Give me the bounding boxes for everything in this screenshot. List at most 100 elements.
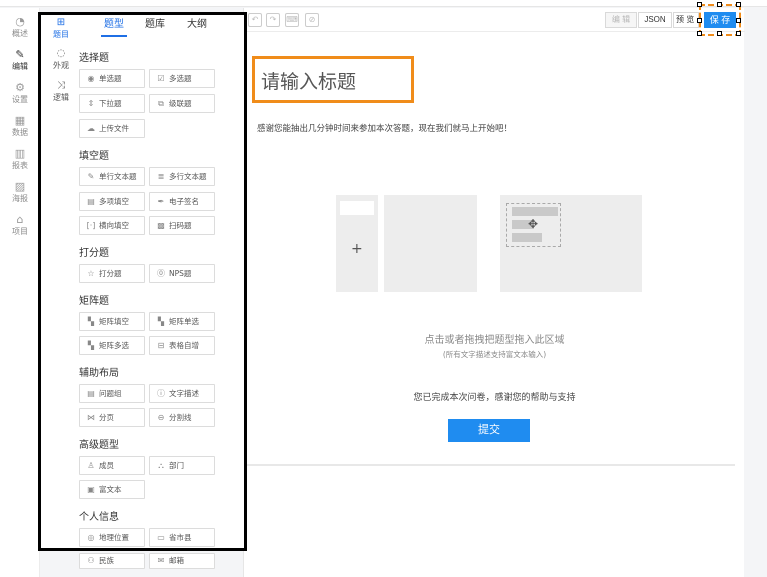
survey-title[interactable]: 请输入标题	[261, 67, 356, 94]
component-label: 矩阵单选	[169, 317, 199, 326]
group-title: 个人信息	[79, 512, 119, 523]
undo-icon[interactable]: ↶	[248, 13, 262, 27]
nps-icon: ⓪	[157, 269, 165, 278]
home-icon: ⌂	[16, 213, 24, 226]
component-rating[interactable]: ☆ 打分题	[79, 264, 145, 283]
component-table-autoincrement[interactable]: ⊟ 表格自增	[149, 336, 215, 355]
component-ethnicity[interactable]: ⚇ 民族	[79, 553, 145, 569]
drop-illustration-right: ✥	[500, 195, 642, 292]
resize-handle[interactable]	[736, 31, 741, 36]
resize-handle[interactable]	[736, 18, 741, 23]
resize-handle[interactable]	[717, 2, 722, 7]
component-panel: ⊞ 题目 ◌ 外观 ⤨ 逻辑 题型 题库 大纲 选择题 ◉ 单选题 ☑ 多选题 ⇕ 下拉题 …	[38, 12, 247, 551]
resize-handle[interactable]	[697, 31, 702, 36]
component-nps[interactable]: ⓪ NPS题	[149, 264, 215, 283]
component-qrcode[interactable]: ▩ 扫码题	[149, 216, 215, 235]
rail-item-edit[interactable]: ✎ 编辑	[0, 49, 40, 79]
subnav-logic[interactable]: ⤨ 逻辑	[41, 80, 81, 112]
component-geolocation[interactable]: ◎ 地理位置	[79, 528, 145, 547]
org-icon: ⛬	[158, 461, 164, 470]
rail-item-project[interactable]: ⌂ 项目	[0, 214, 40, 244]
component-label: 文字描述	[169, 389, 199, 398]
component-label: 横向填空	[99, 221, 129, 230]
save-button[interactable]: 保 存	[704, 12, 736, 28]
component-label: 省市县	[169, 533, 192, 542]
component-single-choice[interactable]: ◉ 单选题	[79, 69, 145, 88]
subnav-label: 逻辑	[53, 93, 69, 102]
component-cascade[interactable]: ⧉ 级联题	[149, 94, 215, 113]
component-matrix-multi[interactable]: ▚ 矩阵多选	[79, 336, 145, 355]
subnav-label: 题目	[53, 30, 69, 39]
component-label: NPS题	[169, 269, 192, 278]
component-department[interactable]: ⛬ 部门	[149, 456, 215, 475]
tab-question-bank[interactable]: 题库	[135, 17, 175, 37]
component-multi-choice[interactable]: ☑ 多选题	[149, 69, 215, 88]
component-rich-text[interactable]: ▣ 富文本	[79, 480, 145, 499]
component-label: 矩阵多选	[99, 341, 129, 350]
edit-button[interactable]: 编 辑	[605, 12, 637, 28]
group-title: 矩阵题	[79, 296, 109, 307]
tab-question-types[interactable]: 题型	[93, 17, 135, 37]
rail-label: 海报	[12, 194, 28, 203]
component-province-city[interactable]: ▭ 省市县	[149, 528, 215, 547]
json-button[interactable]: JSON	[638, 12, 672, 28]
cascade-icon: ⧉	[158, 99, 164, 108]
completion-message[interactable]: 您已完成本次问卷，感谢您的帮助与支持	[244, 390, 745, 403]
illustration-line	[512, 233, 542, 242]
editor-toolbar: ↶ ↷ ⌨ ⊘ 编 辑 JSON 预 览 保 存	[244, 2, 745, 36]
component-matrix-single[interactable]: ▚ 矩阵单选	[149, 312, 215, 331]
matrix-icon: ▚	[87, 317, 95, 326]
redo-icon[interactable]: ↷	[266, 13, 280, 27]
subnav-label: 外观	[53, 61, 69, 70]
component-question-group[interactable]: ▤ 问题组	[79, 384, 145, 403]
top-strip	[0, 0, 767, 7]
component-label: 多项填空	[99, 197, 129, 206]
mail-icon: ✉	[157, 556, 165, 565]
drop-illustration-panel	[384, 195, 477, 292]
component-member[interactable]: ♙ 成员	[79, 456, 145, 475]
component-text-description[interactable]: ⓘ 文字描述	[149, 384, 215, 403]
component-email[interactable]: ✉ 邮箱	[149, 553, 215, 569]
panel-subnav: ⊞ 题目 ◌ 外观 ⤨ 逻辑	[41, 15, 81, 548]
component-matrix-fill[interactable]: ▚ 矩阵填空	[79, 312, 145, 331]
preview-button[interactable]: 预 览	[673, 12, 699, 28]
resize-handle[interactable]	[697, 18, 702, 23]
clear-format-icon[interactable]: ⊘	[305, 13, 319, 27]
component-label: 问题组	[99, 389, 122, 398]
keyboard-icon[interactable]: ⌨	[285, 13, 299, 27]
component-signature[interactable]: ✒ 电子签名	[149, 192, 215, 211]
rail-item-overview[interactable]: ◔ 概述	[0, 16, 40, 46]
resize-handle[interactable]	[697, 2, 702, 7]
bracket-icon: [·]	[86, 221, 96, 230]
group-title: 填空题	[79, 151, 109, 162]
component-label: 下拉题	[99, 99, 122, 108]
component-label: 民族	[99, 556, 114, 565]
resize-handle[interactable]	[736, 2, 741, 7]
tab-outline[interactable]: 大纲	[177, 17, 217, 37]
component-inline-fill[interactable]: [·] 横向填空	[79, 216, 145, 235]
component-multi-line-text[interactable]: ≣ 多行文本题	[149, 167, 215, 186]
gear-icon: ⚙	[15, 81, 25, 94]
group-title: 选择题	[79, 53, 109, 64]
resize-handle[interactable]	[717, 31, 722, 36]
title-highlight[interactable]: 请输入标题	[252, 56, 414, 103]
component-page-break[interactable]: ⋈ 分页	[79, 408, 145, 427]
rail-item-data[interactable]: ▦ 数据	[0, 115, 40, 145]
rail-item-report[interactable]: ▥ 报表	[0, 148, 40, 178]
pencil-icon: ✎	[15, 48, 25, 61]
submit-button[interactable]: 提交	[448, 419, 530, 442]
component-divider[interactable]: ⊖ 分割线	[149, 408, 215, 427]
component-upload[interactable]: ☁ 上传文件	[79, 119, 145, 138]
component-dropdown[interactable]: ⇕ 下拉题	[79, 94, 145, 113]
survey-intro[interactable]: 感谢您能抽出几分钟时间来参加本次答题，现在我们就马上开始吧！	[257, 122, 512, 134]
survey-canvas: ↶ ↷ ⌨ ⊘ 编 辑 JSON 预 览 保 存 请输入标题 感谢您能抽出几分钟…	[243, 2, 745, 577]
subnav-questions[interactable]: ⊞ 题目	[41, 17, 81, 49]
rail-item-poster[interactable]: ▨ 海报	[0, 181, 40, 211]
rail-item-settings[interactable]: ⚙ 设置	[0, 82, 40, 112]
component-single-line-text[interactable]: ✎ 单行文本题	[79, 167, 145, 186]
component-label: 矩阵填空	[99, 317, 129, 326]
component-multi-fill[interactable]: ▤ 多项填空	[79, 192, 145, 211]
drop-hint[interactable]: 点击或者拖拽把题型拖入此区域	[244, 331, 745, 346]
multi-fill-icon: ▤	[87, 197, 95, 206]
subnav-appearance[interactable]: ◌ 外观	[41, 48, 81, 80]
